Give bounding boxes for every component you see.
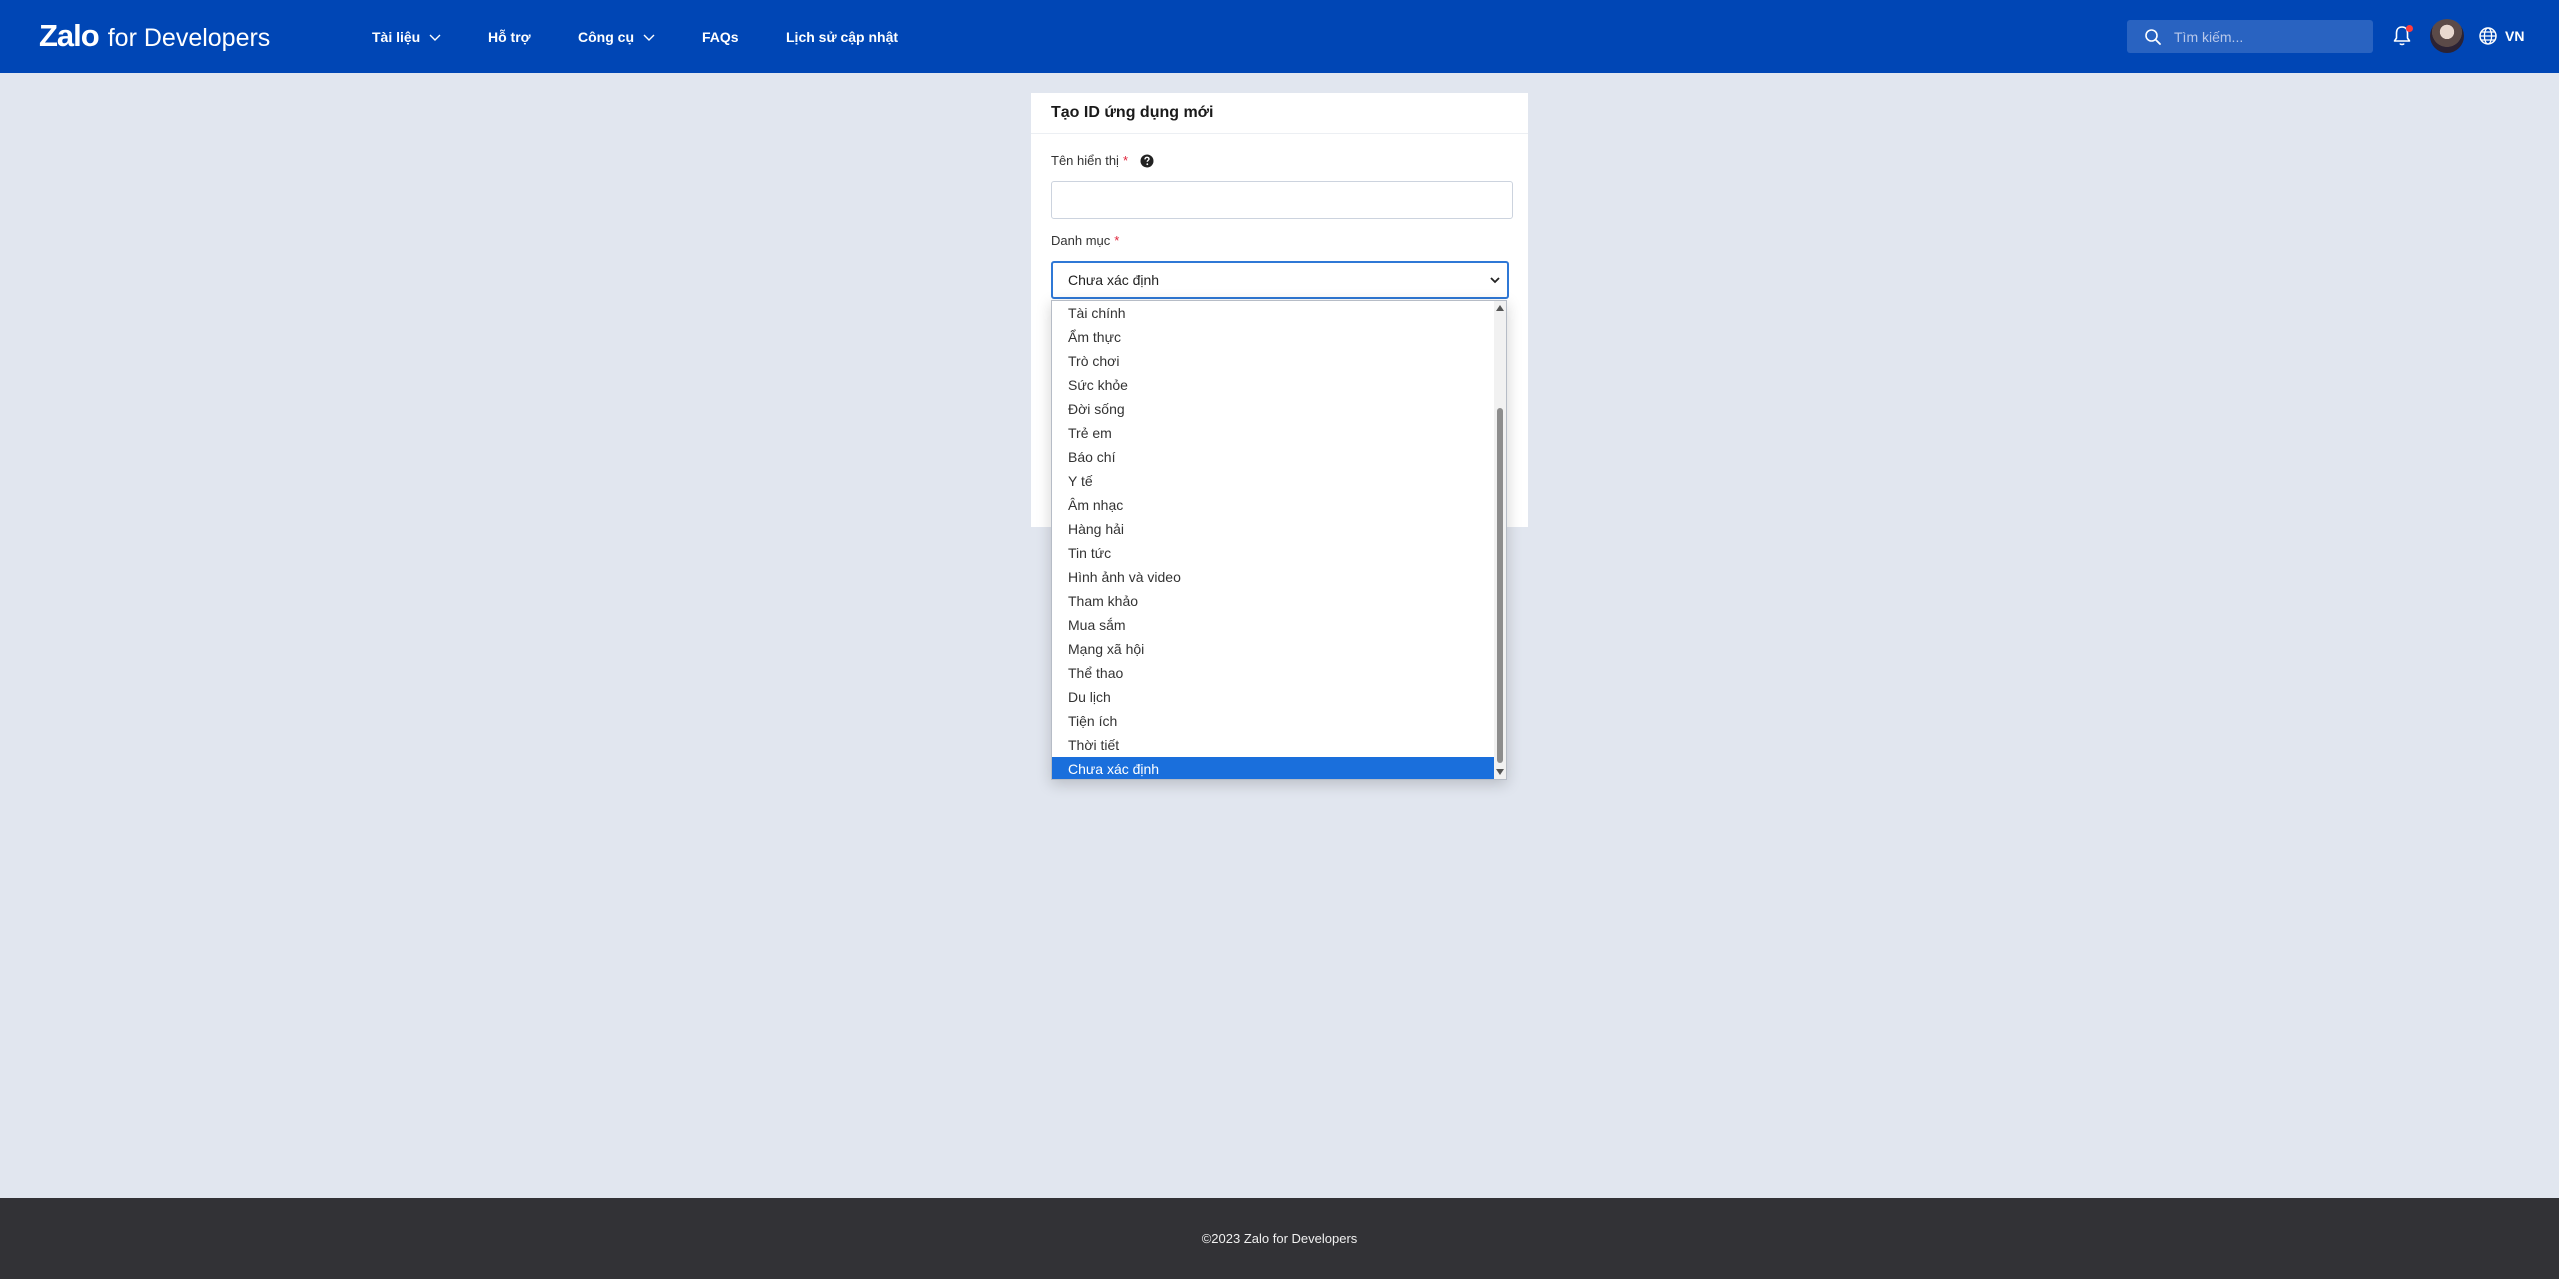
nav-item-label: FAQs (702, 28, 739, 45)
required-mark: * (1122, 153, 1128, 168)
dropdown-option[interactable]: Sức khỏe (1052, 373, 1495, 397)
user-avatar[interactable] (2430, 19, 2464, 53)
dropdown-option[interactable]: Trò chơi (1052, 349, 1495, 373)
page-footer: ©2023 Zalo for Developers (0, 1198, 2559, 1279)
scroll-down-arrow[interactable] (1494, 765, 1506, 779)
nav-item-tools[interactable]: Công cụ (578, 0, 656, 73)
form-title: Tạo ID ứng dụng mới (1031, 93, 1528, 134)
dropdown-option[interactable]: Tin tức (1052, 541, 1495, 565)
category-dropdown-list: Tài chính Ẩm thực Trò chơi Sức khỏe Đời sống… (1051, 300, 1507, 780)
dropdown-option[interactable]: Y tế (1052, 469, 1495, 493)
search-input[interactable] (2172, 27, 2366, 46)
search-icon (2145, 28, 2161, 45)
nav-item-changelog[interactable]: Lịch sử cập nhật (786, 0, 898, 73)
dropdown-option[interactable]: Thời tiết (1052, 733, 1495, 757)
nav-item-support[interactable]: Hỗ trợ (488, 0, 531, 73)
language-label: VN (2505, 28, 2525, 44)
dropdown-option[interactable]: Mua sắm (1052, 613, 1495, 637)
language-selector[interactable]: VN (2478, 24, 2524, 48)
dropdown-option[interactable]: Tham khảo (1052, 589, 1495, 613)
search-box[interactable] (2127, 20, 2373, 53)
nav-item-faqs[interactable]: FAQs (702, 0, 739, 73)
dropdown-option[interactable]: Hình ảnh và video (1052, 565, 1495, 589)
zalo-developers-logo[interactable]: Zalo for Developers (39, 18, 270, 54)
triangle-down-icon (1496, 769, 1504, 775)
dropdown-option[interactable]: Thể thao (1052, 661, 1495, 685)
display-name-label: Tên hiển thị * (1051, 153, 1154, 168)
category-select-value: Chưa xác định (1068, 272, 1160, 288)
category-label-text: Danh mục (1051, 233, 1111, 248)
required-mark: * (1114, 233, 1120, 248)
dropdown-option[interactable]: Hàng hải (1052, 517, 1495, 541)
dropdown-option[interactable]: Mạng xã hội (1052, 637, 1495, 661)
dropdown-option[interactable]: Âm nhạc (1052, 493, 1495, 517)
display-name-input[interactable] (1051, 181, 1513, 219)
dropdown-option[interactable]: Du lịch (1052, 685, 1495, 709)
notification-bell-button[interactable] (2390, 24, 2414, 48)
dropdown-options: Tài chính Ẩm thực Trò chơi Sức khỏe Đời sống… (1052, 301, 1495, 779)
display-name-label-text: Tên hiển thị (1051, 153, 1119, 168)
logo-brand-text: Zalo (39, 18, 100, 53)
nav-item-label: Hỗ trợ (488, 28, 531, 45)
help-icon[interactable] (1140, 154, 1154, 168)
dropdown-option[interactable]: Chưa xác định (1052, 757, 1495, 779)
chevron-down-icon (429, 34, 441, 41)
dropdown-scrollbar[interactable] (1494, 301, 1506, 779)
dropdown-option[interactable]: Tài chính (1052, 301, 1495, 325)
notification-badge (2406, 25, 2413, 32)
nav-item-label: Công cụ (578, 28, 634, 45)
nav-item-label: Lịch sử cập nhật (786, 28, 899, 45)
category-select[interactable]: Chưa xác định (1051, 261, 1509, 299)
top-navigation-bar: Zalo for Developers Tài liệu Hỗ trợ Công… (0, 0, 2559, 73)
chevron-down-icon (643, 34, 655, 41)
dropdown-option[interactable]: Tiện ích (1052, 709, 1495, 733)
scrollbar-thumb[interactable] (1497, 408, 1503, 763)
dropdown-option[interactable]: Ẩm thực (1052, 325, 1495, 349)
nav-item-label: Tài liệu (372, 28, 421, 45)
copyright-text: ©2023 Zalo for Developers (1201, 1231, 1358, 1246)
scroll-up-arrow[interactable] (1494, 301, 1506, 315)
logo-suffix-text: for Developers (107, 24, 271, 52)
chevron-down-icon (1490, 277, 1500, 284)
nav-item-documentation[interactable]: Tài liệu (372, 0, 442, 73)
triangle-up-icon (1496, 305, 1504, 311)
globe-icon (2479, 27, 2497, 45)
dropdown-option[interactable]: Đời sống (1052, 397, 1495, 421)
category-label: Danh mục * (1051, 233, 1119, 248)
dropdown-option[interactable]: Báo chí (1052, 445, 1495, 469)
dropdown-option[interactable]: Trẻ em (1052, 421, 1495, 445)
